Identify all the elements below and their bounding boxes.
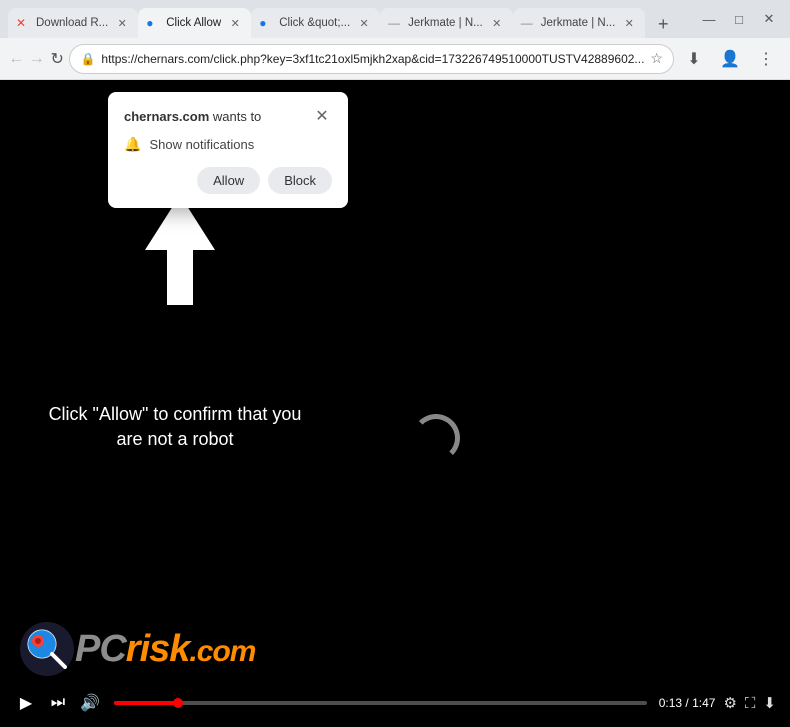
- title-bar: ✕ Download R... ✕ ● Click Allow ✕ ● Clic…: [0, 0, 790, 38]
- play-button[interactable]: ▶: [14, 691, 38, 715]
- pcrisk-icon: [20, 622, 75, 677]
- close-window-button[interactable]: ✕: [756, 9, 782, 29]
- skip-button[interactable]: ⏭: [46, 691, 70, 715]
- block-button[interactable]: Block: [268, 167, 332, 194]
- tab-1-close[interactable]: ✕: [114, 15, 130, 31]
- lock-icon: 🔒: [80, 52, 95, 66]
- maximize-button[interactable]: □: [726, 9, 752, 29]
- minimize-button[interactable]: —: [696, 9, 722, 29]
- tab-2[interactable]: ● Click Allow ✕: [138, 8, 251, 38]
- toolbar: ← → ↻ 🔒 https://chernars.com/click.php?k…: [0, 38, 790, 80]
- video-time: 0:13 / 1:47: [659, 696, 716, 710]
- tab-5[interactable]: — Jerkmate | N... ✕: [513, 8, 646, 38]
- popup-notification-text: Show notifications: [149, 137, 254, 152]
- back-button[interactable]: ←: [8, 43, 24, 75]
- tab-5-favicon: —: [521, 16, 535, 30]
- progress-dot: [173, 698, 183, 708]
- progress-bar[interactable]: [114, 701, 647, 705]
- fullscreen-icon[interactable]: ⛶: [745, 695, 756, 712]
- bell-icon: 🔔: [124, 136, 141, 153]
- new-tab-button[interactable]: +: [649, 10, 677, 38]
- notification-popup: chernars.com wants to ✕ 🔔 Show notificat…: [108, 92, 348, 208]
- tab-2-title: Click Allow: [166, 17, 221, 29]
- arrow-container: [145, 195, 215, 305]
- forward-button[interactable]: →: [28, 43, 44, 75]
- tab-3[interactable]: ● Click &quot;... ✕: [251, 8, 380, 38]
- page-content: chernars.com wants to ✕ 🔔 Show notificat…: [0, 80, 790, 727]
- tab-2-favicon: ●: [146, 16, 160, 30]
- instruction-text: Click "Allow" to confirm that you are no…: [45, 402, 305, 452]
- video-controls-right: ⚙ ⛶ ⬇: [723, 694, 776, 712]
- popup-close-button[interactable]: ✕: [312, 106, 332, 126]
- tab-4-close[interactable]: ✕: [489, 15, 505, 31]
- popup-title: chernars.com wants to: [124, 109, 261, 124]
- popup-domain: chernars.com: [124, 109, 209, 124]
- download-button[interactable]: ⬇: [678, 43, 710, 75]
- loading-spinner: [412, 414, 460, 462]
- tab-1-favicon: ✕: [16, 16, 30, 30]
- pcrisk-text: PCrisk.com: [75, 628, 255, 671]
- bookmark-icon[interactable]: ☆: [650, 50, 663, 67]
- pcrisk-pc-text: PC: [75, 628, 126, 670]
- video-controls: ▶ ⏭ 🔊 0:13 / 1:47 ⚙ ⛶ ⬇: [0, 679, 790, 727]
- address-text: https://chernars.com/click.php?key=3xf1t…: [101, 52, 644, 66]
- tab-1-title: Download R...: [36, 17, 108, 29]
- volume-button[interactable]: 🔊: [78, 691, 102, 715]
- video-download-icon[interactable]: ⬇: [763, 694, 776, 712]
- pcrisk-logo: PCrisk.com: [20, 622, 255, 677]
- pcrisk-risk-text: risk: [126, 628, 190, 670]
- tab-4-favicon: —: [388, 16, 402, 30]
- tab-strip: ✕ Download R... ✕ ● Click Allow ✕ ● Clic…: [8, 0, 688, 38]
- progress-fill: [114, 701, 178, 705]
- allow-button[interactable]: Allow: [197, 167, 260, 194]
- arrow-up-icon: [145, 195, 215, 305]
- popup-header: chernars.com wants to ✕: [124, 106, 332, 126]
- tab-4-title: Jerkmate | N...: [408, 17, 483, 29]
- tab-5-close[interactable]: ✕: [621, 15, 637, 31]
- tab-3-favicon: ●: [259, 16, 273, 30]
- popup-actions: Allow Block: [124, 167, 332, 194]
- toolbar-right: ⬇ 👤 ⋮: [678, 43, 782, 75]
- settings-icon[interactable]: ⚙: [723, 694, 736, 712]
- tab-5-title: Jerkmate | N...: [541, 17, 616, 29]
- window-controls: — □ ✕: [696, 9, 782, 29]
- tab-3-close[interactable]: ✕: [356, 15, 372, 31]
- address-bar[interactable]: 🔒 https://chernars.com/click.php?key=3xf…: [69, 44, 674, 74]
- menu-button[interactable]: ⋮: [750, 43, 782, 75]
- tab-2-close[interactable]: ✕: [227, 15, 243, 31]
- refresh-button[interactable]: ↻: [49, 43, 65, 75]
- popup-body: 🔔 Show notifications: [124, 136, 332, 153]
- tab-4[interactable]: — Jerkmate | N... ✕: [380, 8, 513, 38]
- profile-button[interactable]: 👤: [714, 43, 746, 75]
- tab-3-title: Click &quot;...: [279, 17, 350, 29]
- pcrisk-dotcom-text: .com: [189, 635, 255, 668]
- tab-1[interactable]: ✕ Download R... ✕: [8, 8, 138, 38]
- browser-window: ✕ Download R... ✕ ● Click Allow ✕ ● Clic…: [0, 0, 790, 727]
